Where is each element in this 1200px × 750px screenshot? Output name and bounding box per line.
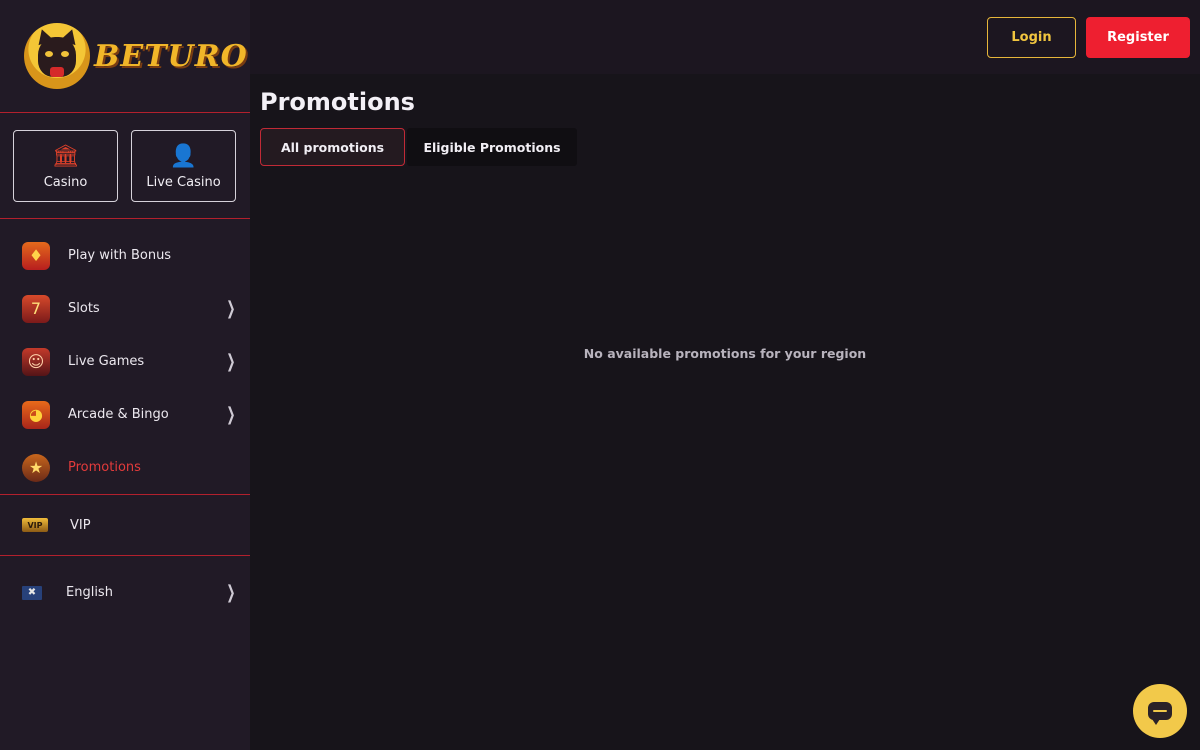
sidebar-item-live-games[interactable]: ☺ Live Games ❯ bbox=[0, 335, 250, 388]
tab-all-promotions[interactable]: All promotions bbox=[260, 128, 405, 166]
sidebar-item-label: Slots bbox=[68, 301, 100, 316]
gift-icon: ♦ bbox=[22, 241, 50, 270]
chevron-right-icon: ❯ bbox=[226, 298, 236, 319]
chevron-right-icon: ❯ bbox=[226, 351, 236, 372]
sidebar-item-play-with-bonus[interactable]: ♦ Play with Bonus bbox=[0, 229, 250, 282]
uk-flag-icon: ✖ bbox=[22, 585, 42, 600]
sidebar-item-label: Arcade & Bingo bbox=[68, 407, 169, 422]
language-label: English bbox=[66, 585, 113, 600]
arcade-icon: ◕ bbox=[22, 400, 50, 429]
sidebar-item-arcade-bingo[interactable]: ◕ Arcade & Bingo ❯ bbox=[0, 388, 250, 441]
page-title: Promotions bbox=[260, 88, 415, 116]
slot-machine-icon: 7 bbox=[22, 294, 50, 323]
sidebar: BETURO 🏛 Casino 👤 Live Casino ♦ Play wit… bbox=[0, 0, 250, 750]
brand-name: BETURO bbox=[94, 38, 248, 74]
live-dealer-icon: ☺ bbox=[22, 347, 50, 376]
sidebar-item-promotions[interactable]: ★ Promotions bbox=[0, 441, 250, 494]
live-casino-card-label: Live Casino bbox=[146, 174, 221, 190]
casino-card-label: Casino bbox=[43, 174, 88, 190]
promotion-tabs: All promotions Eligible Promotions bbox=[260, 128, 577, 166]
sidebar-item-slots[interactable]: 7 Slots ❯ bbox=[0, 282, 250, 335]
register-button[interactable]: Register bbox=[1086, 17, 1190, 58]
empty-state-message: No available promotions for your region bbox=[583, 346, 867, 361]
casino-building-icon: 🏛 bbox=[51, 143, 80, 169]
language-selector[interactable]: ✖ English ❯ bbox=[0, 566, 250, 619]
sidebar-item-label: Live Games bbox=[68, 354, 145, 369]
sidebar-item-vip[interactable]: VIP VIP bbox=[0, 495, 250, 555]
sidebar-item-label: VIP bbox=[70, 517, 91, 533]
sidebar-item-label: Play with Bonus bbox=[68, 248, 172, 263]
vip-badge-icon: VIP bbox=[22, 518, 48, 532]
chat-icon bbox=[1148, 702, 1172, 725]
brand-logo[interactable]: BETURO bbox=[0, 0, 250, 113]
top-bar: Login Register bbox=[250, 0, 1200, 74]
main-content: Promotions All promotions Eligible Promo… bbox=[250, 74, 1200, 750]
quick-category-cards: 🏛 Casino 👤 Live Casino bbox=[0, 113, 250, 219]
live-casino-card[interactable]: 👤 Live Casino bbox=[131, 130, 236, 202]
casino-card[interactable]: 🏛 Casino bbox=[13, 130, 118, 202]
live-dealer-icon: 👤 bbox=[169, 143, 198, 169]
chevron-right-icon: ❯ bbox=[226, 582, 236, 603]
tab-eligible-promotions[interactable]: Eligible Promotions bbox=[407, 128, 577, 166]
sidebar-nav: ♦ Play with Bonus 7 Slots ❯ ☺ Live Games… bbox=[0, 219, 250, 494]
sidebar-item-label: Promotions bbox=[68, 460, 141, 475]
login-button[interactable]: Login bbox=[987, 17, 1076, 58]
promotions-icon: ★ bbox=[22, 453, 50, 482]
cat-mascot-icon bbox=[24, 23, 90, 89]
chevron-right-icon: ❯ bbox=[226, 404, 236, 425]
chat-support-button[interactable] bbox=[1133, 684, 1187, 738]
